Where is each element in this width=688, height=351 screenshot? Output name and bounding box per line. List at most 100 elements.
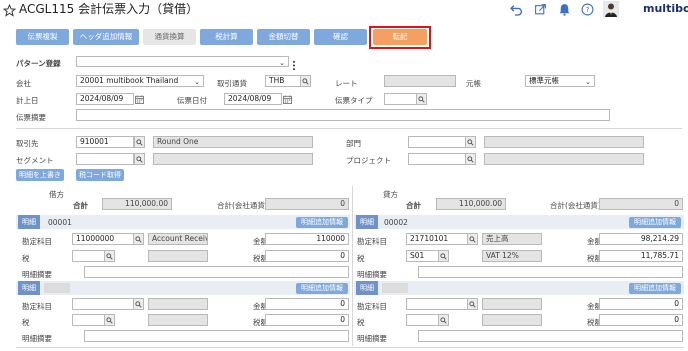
tax-code-input[interactable] (406, 314, 439, 326)
credit-total-company-label: 合計(会社通貨) (550, 201, 601, 210)
dept-name-field (484, 136, 644, 148)
account-code-input[interactable]: 21710101 (406, 233, 468, 245)
tax-code-input[interactable]: S01 (406, 250, 439, 262)
search-icon[interactable] (465, 153, 476, 165)
tax-amount-input[interactable]: 0 (265, 250, 349, 262)
credit-total-label: 合計 (406, 201, 421, 210)
row-number-field (44, 283, 70, 293)
account-name-field: 売上高 (482, 233, 542, 245)
tax-name-field (148, 314, 208, 326)
memo-label: 明細摘要 (357, 334, 387, 343)
memo-input[interactable] (418, 266, 683, 278)
amount-switch-button[interactable]: 金額切替 (257, 29, 310, 45)
post-button[interactable]: 転記 (373, 29, 427, 45)
tax-code-input[interactable] (72, 250, 105, 262)
search-icon[interactable] (416, 93, 427, 105)
calendar-icon[interactable] (134, 93, 145, 105)
dept-code-input[interactable] (408, 136, 466, 148)
amount-input[interactable]: 0 (599, 298, 683, 310)
ledger-select[interactable]: 標準元帳 ⌄ (525, 75, 595, 87)
ledger-label: 元帳 (466, 79, 481, 88)
summary-label: 伝票摘要 (16, 113, 46, 122)
dropdown-icon: ⌄ (279, 59, 285, 67)
company-label: 会社 (16, 79, 31, 88)
partner-code-input[interactable]: 910001 (76, 136, 134, 148)
header-additional-info-button[interactable]: ヘッダ追加情報 (73, 29, 139, 45)
search-icon[interactable] (134, 153, 145, 165)
pattern-label: パターン登録 (16, 59, 61, 68)
detail-add-info-button[interactable]: 明細追加情報 (296, 217, 348, 228)
voucher-type-input[interactable] (384, 93, 417, 105)
svg-text:?: ? (585, 5, 589, 14)
favorite-star-icon[interactable] (2, 2, 17, 17)
search-icon[interactable] (467, 233, 478, 245)
search-icon[interactable] (104, 314, 115, 326)
debit-total-company-field: 0 (265, 198, 349, 210)
voucher-date-label: 伝票日付 (177, 96, 207, 105)
amount-input[interactable]: 110000 (265, 233, 349, 245)
detail-add-info-button[interactable]: 明細追加情報 (629, 283, 681, 294)
help-icon[interactable]: ? (580, 2, 594, 16)
debit-total-label: 合計 (73, 201, 88, 210)
get-tax-code-button[interactable]: 税コード取得 (76, 169, 124, 181)
tax-amount-input[interactable]: 11,785.71 (599, 250, 683, 262)
search-icon[interactable] (465, 136, 476, 148)
tax-amount-input[interactable]: 0 (265, 314, 349, 326)
posting-date-input[interactable]: 2024/08/09 (76, 93, 134, 105)
debit-side-label: 借方 (49, 190, 64, 199)
tax-name-field (148, 250, 208, 262)
summary-input[interactable] (76, 109, 610, 121)
copy-voucher-button[interactable]: 伝票複製 (16, 29, 69, 45)
memo-label: 明細摘要 (22, 270, 52, 279)
search-icon[interactable] (134, 136, 145, 148)
row-number: 00002 (384, 218, 408, 227)
currency-conversion-button[interactable]: 通貨換算 (143, 29, 196, 45)
account-code-input[interactable] (72, 298, 134, 310)
project-name-field (484, 153, 644, 165)
tax-calc-button[interactable]: 税計算 (200, 29, 253, 45)
tax-code-input[interactable] (72, 314, 105, 326)
search-icon[interactable] (438, 250, 449, 262)
account-label: 勘定科目 (357, 237, 387, 246)
memo-input[interactable] (84, 266, 349, 278)
account-code-input[interactable]: 11000000 (72, 233, 134, 245)
page-title: ACGL115 会計伝票入力（貸借） (19, 2, 199, 16)
pattern-select[interactable]: ⌄ (76, 56, 289, 67)
currency-input[interactable]: THB (265, 75, 301, 87)
debit-total-company-label: 合計(会社通貨) (217, 201, 268, 210)
voucher-date-input[interactable]: 2024/08/09 (224, 93, 282, 105)
search-icon[interactable] (133, 298, 144, 310)
amount-input[interactable]: 98,214.29 (599, 233, 683, 245)
confirm-button[interactable]: 確認 (314, 29, 367, 45)
search-icon[interactable] (133, 233, 144, 245)
rate-input[interactable] (384, 75, 456, 87)
more-icon[interactable] (292, 56, 297, 71)
account-code-input[interactable] (406, 298, 468, 310)
bell-icon[interactable] (557, 2, 571, 16)
company-select[interactable]: 20001 multibook Thailand ⌄ (76, 75, 204, 87)
search-icon[interactable] (300, 75, 311, 87)
amount-input[interactable]: 0 (265, 298, 349, 310)
posting-date-label: 計上日 (16, 96, 39, 105)
detail-add-info-button[interactable]: 明細追加情報 (629, 217, 681, 228)
segment-code-input[interactable] (76, 153, 134, 165)
project-code-input[interactable] (408, 153, 466, 165)
memo-label: 明細摘要 (357, 270, 387, 279)
rate-label: レート (335, 79, 358, 88)
external-link-icon[interactable] (533, 2, 547, 16)
calendar-icon[interactable] (282, 93, 293, 105)
segment-name-field (153, 153, 313, 165)
tax-name-field: VAT 12% (482, 250, 542, 262)
memo-input[interactable] (84, 330, 349, 342)
search-icon[interactable] (104, 250, 115, 262)
tax-amount-input[interactable]: 0 (599, 314, 683, 326)
search-icon[interactable] (467, 298, 478, 310)
user-avatar[interactable] (603, 1, 619, 17)
undo-icon[interactable] (509, 2, 523, 16)
overwrite-details-button[interactable]: 明細を上書き (16, 169, 64, 181)
tax-label: 税 (22, 254, 30, 263)
detail-tag: 明細 (18, 215, 40, 229)
search-icon[interactable] (438, 314, 449, 326)
memo-input[interactable] (418, 330, 683, 342)
detail-add-info-button[interactable]: 明細追加情報 (296, 283, 348, 294)
